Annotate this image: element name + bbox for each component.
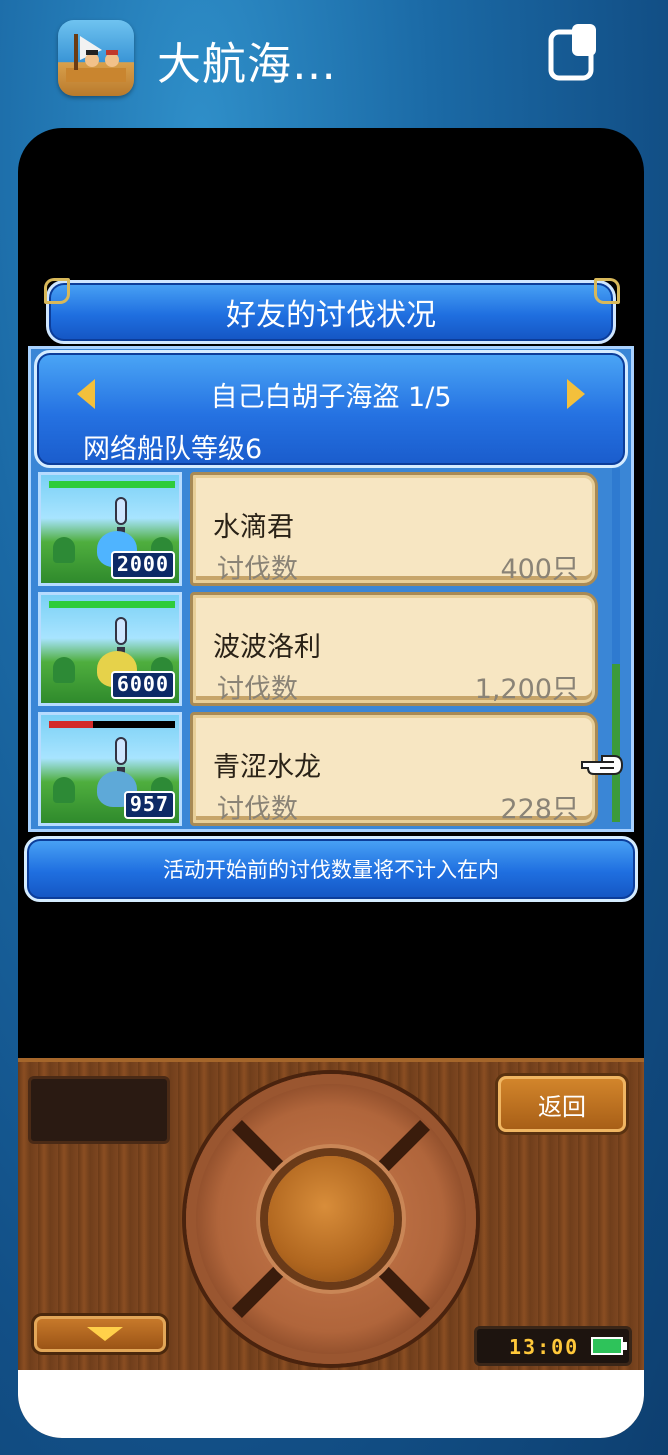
status-display: 13:00 bbox=[474, 1326, 632, 1366]
clock-text: 13:00 bbox=[509, 1335, 580, 1359]
monster-card[interactable]: 波波洛利 讨伐数 1,200只 bbox=[190, 592, 598, 706]
footer-note: 活动开始前的讨伐数量将不计入在内 bbox=[24, 836, 638, 902]
monster-name: 水滴君 bbox=[213, 512, 294, 543]
battery-icon bbox=[591, 1337, 623, 1355]
monster-name: 青涩水龙 bbox=[213, 752, 321, 783]
list-item[interactable]: 6000 波波洛利 讨伐数 1,200只 bbox=[38, 592, 608, 706]
kill-count-label: 讨伐数 bbox=[217, 674, 298, 705]
kill-count-label: 讨伐数 bbox=[217, 554, 298, 585]
app-title: 大航海… bbox=[157, 39, 337, 90]
fleet-level: 网络船队等级6 bbox=[83, 434, 263, 465]
monster-badge: 957 bbox=[123, 791, 175, 819]
panel-title: 好友的讨伐状况 bbox=[46, 280, 616, 344]
kill-count-label: 讨伐数 bbox=[217, 794, 298, 825]
alert-icon bbox=[115, 737, 127, 765]
kill-count-value: 1,200只 bbox=[474, 674, 579, 705]
bottom-bar bbox=[18, 1370, 644, 1438]
list-item[interactable]: 957 青涩水龙 讨伐数 228只 bbox=[38, 712, 608, 826]
monster-list[interactable]: 2000 水滴君 讨伐数 400只 6000 波波洛利 讨伐数 1,200只 9… bbox=[38, 472, 608, 826]
alert-icon bbox=[115, 497, 127, 525]
gold-corner-ornament bbox=[594, 278, 620, 304]
monster-card[interactable]: 青涩水龙 讨伐数 228只 bbox=[190, 712, 598, 826]
monster-name: 波波洛利 bbox=[213, 632, 321, 663]
tree-decoration bbox=[53, 657, 75, 683]
list-item[interactable]: 2000 水滴君 讨伐数 400只 bbox=[38, 472, 608, 586]
sub-screen-slot bbox=[28, 1076, 170, 1144]
virtual-controller: 返回 13:00 bbox=[18, 1058, 644, 1374]
app-icon[interactable] bbox=[58, 20, 134, 96]
monster-card[interactable]: 水滴君 讨伐数 400只 bbox=[190, 472, 598, 586]
hp-bar bbox=[49, 601, 175, 608]
chevron-down-icon bbox=[87, 1327, 123, 1341]
monster-badge: 2000 bbox=[110, 551, 175, 579]
alert-icon bbox=[115, 617, 127, 645]
monster-thumbnail: 2000 bbox=[38, 472, 182, 586]
scroll-thumb[interactable] bbox=[612, 664, 620, 822]
hp-fill bbox=[49, 481, 175, 488]
hp-bar bbox=[49, 721, 175, 728]
monster-thumbnail: 957 bbox=[38, 712, 182, 826]
tree-decoration bbox=[53, 537, 75, 563]
monster-badge: 6000 bbox=[110, 671, 175, 699]
friend-header: 自己白胡子海盗 1/5 网络船队等级6 bbox=[34, 350, 628, 468]
window-mode-icon[interactable] bbox=[548, 24, 598, 82]
hp-fill bbox=[49, 601, 175, 608]
back-button[interactable]: 返回 bbox=[498, 1076, 626, 1132]
monster-thumbnail: 6000 bbox=[38, 592, 182, 706]
friend-name: 自己白胡子海盗 1/5 bbox=[210, 382, 452, 413]
dpad-control[interactable] bbox=[186, 1074, 476, 1364]
next-friend-arrow-icon[interactable] bbox=[567, 379, 585, 409]
game-screen: 好友的讨伐状况 自己白胡子海盗 1/5 网络船队等级6 2000 水滴君 讨伐数… bbox=[18, 128, 644, 1438]
tree-decoration bbox=[53, 777, 75, 803]
hand-pointer-icon bbox=[580, 752, 624, 778]
gold-corner-ornament bbox=[44, 278, 70, 304]
dpad-center-button[interactable] bbox=[268, 1156, 394, 1282]
hp-bar bbox=[49, 481, 175, 488]
menu-toggle-button[interactable] bbox=[34, 1316, 166, 1352]
kill-count-value: 400只 bbox=[500, 554, 579, 585]
hp-fill bbox=[49, 721, 94, 728]
kill-count-value: 228只 bbox=[500, 794, 579, 825]
